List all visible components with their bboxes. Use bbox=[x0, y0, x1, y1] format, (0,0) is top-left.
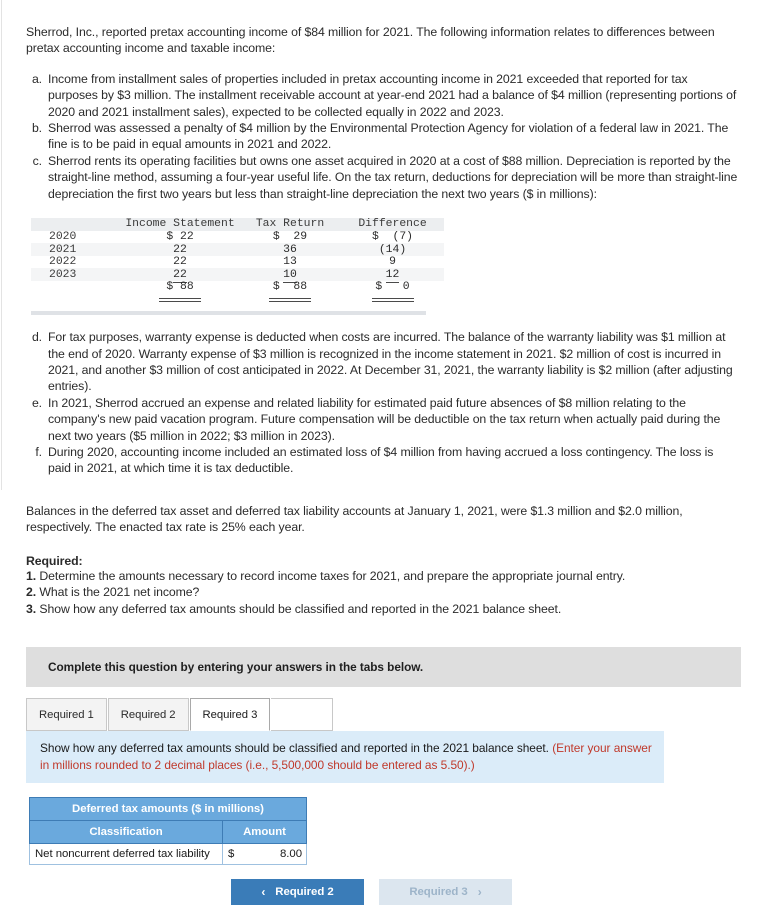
required-line-2: 2. What is the 2021 net income? bbox=[26, 584, 739, 601]
table-row: 2023 22 10 12 bbox=[31, 268, 444, 283]
required-number-1: 1. bbox=[26, 568, 37, 583]
list-item-b: b. Sherrod was assessed a penalty of $4 … bbox=[26, 120, 739, 153]
required-line-1: 1. Determine the amounts necessary to re… bbox=[26, 568, 739, 585]
deferred-tax-answer-table: Deferred tax amounts ($ in millions) Cla… bbox=[29, 797, 307, 866]
list-marker-b: b. bbox=[31, 121, 42, 136]
required-number-3: 3. bbox=[26, 601, 37, 616]
rule-blank bbox=[31, 294, 121, 307]
cell-tax-return: 36 bbox=[239, 243, 341, 256]
answer-title-row: Deferred tax amounts ($ in millions) bbox=[29, 797, 307, 822]
table-row: 2020 $ 22 $ 29 $ (7) bbox=[31, 231, 444, 244]
header-blank bbox=[31, 218, 121, 231]
list-text-d: For tax purposes, warranty expense is de… bbox=[48, 330, 733, 394]
cell-tax-return: 13 bbox=[283, 256, 297, 269]
cell-income-statement: 22 bbox=[121, 243, 239, 256]
instruction-text: Show how any deferred tax amounts should… bbox=[40, 741, 549, 756]
chevron-right-icon: › bbox=[477, 885, 482, 900]
answer-widget: Complete this question by entering your … bbox=[26, 647, 741, 905]
table-double-rule-row bbox=[31, 294, 444, 307]
header-income-statement: Income Statement bbox=[121, 218, 239, 231]
cell-year: 2023 bbox=[31, 268, 121, 282]
tab-bar: Required 1 Required 2 Required 3 bbox=[26, 698, 739, 732]
answer-header-classification: Classification bbox=[29, 820, 223, 845]
answer-header-amount: Amount bbox=[222, 820, 307, 845]
balances-paragraph: Balances in the deferred tax asset and d… bbox=[26, 503, 683, 535]
previous-required-2-button[interactable]: ‹ Required 2 bbox=[231, 879, 364, 905]
required-line-3: 3. Show how any deferred tax amounts sho… bbox=[26, 601, 739, 618]
previous-button-label: Required 2 bbox=[275, 886, 334, 899]
list-marker-e: e. bbox=[31, 395, 42, 410]
list-item-c: c. Sherrod rents its operating facilitie… bbox=[26, 153, 739, 202]
list-item-f: f. During 2020, accounting income includ… bbox=[26, 444, 739, 477]
cell-difference: (14) bbox=[341, 243, 444, 256]
tab-required-2[interactable]: Required 2 bbox=[107, 698, 189, 732]
list-text-e: In 2021, Sherrod accrued an expense and … bbox=[48, 395, 721, 443]
instruction-banner: Show how any deferred tax amounts should… bbox=[26, 731, 664, 784]
cell-difference: 12 bbox=[341, 268, 444, 283]
next-button-label: Required 3 bbox=[409, 886, 468, 899]
total-difference: $ 0 bbox=[375, 281, 410, 294]
answer-table-title: Deferred tax amounts ($ in millions) bbox=[29, 797, 307, 822]
required-number-2: 2. bbox=[26, 585, 37, 600]
total-blank bbox=[31, 281, 121, 294]
header-difference: Difference bbox=[341, 218, 444, 231]
total-tax-return: $ 88 bbox=[272, 281, 308, 294]
list-text-a: Income from installment sales of propert… bbox=[48, 71, 737, 119]
difference-list-lower: d. For tax purposes, warranty expense is… bbox=[26, 329, 739, 477]
double-rule-tax bbox=[239, 294, 341, 307]
cell-tax-return: $ 29 bbox=[272, 230, 308, 243]
complete-question-bar: Complete this question by entering your … bbox=[26, 647, 741, 688]
required-heading: Required: bbox=[26, 553, 83, 568]
cell-difference: 9 bbox=[389, 256, 396, 269]
table-row: 2021 22 36 (14) bbox=[31, 243, 444, 256]
depreciation-table-wrapper: Income Statement Tax Return Difference 2… bbox=[31, 218, 444, 316]
question-intro: Sherrod, Inc., reported pretax accountin… bbox=[26, 25, 715, 56]
amount-input[interactable]: $ 8.00 bbox=[222, 843, 307, 866]
list-marker-f: f. bbox=[35, 445, 42, 460]
cell-income-statement: $ 22 bbox=[166, 230, 194, 243]
cell-income-statement: 22 bbox=[173, 256, 187, 269]
navigation-buttons: ‹ Required 2 Required 3 › bbox=[231, 879, 739, 905]
total-income-statement: $ 88 bbox=[166, 281, 194, 294]
table-bottom-rule bbox=[31, 311, 426, 316]
table-row: 2022 22 13 9 bbox=[31, 256, 444, 269]
required-text-2: What is the 2021 net income? bbox=[39, 585, 200, 600]
cell-year: 2022 bbox=[49, 256, 77, 269]
chevron-left-icon: ‹ bbox=[261, 885, 266, 900]
required-text-3: Show how any deferred tax amounts should… bbox=[39, 601, 562, 616]
list-text-c: Sherrod rents its operating facilities b… bbox=[48, 153, 738, 201]
list-text-f: During 2020, accounting income included … bbox=[48, 445, 714, 476]
currency-symbol: $ bbox=[228, 848, 235, 861]
double-rule-difference bbox=[341, 294, 444, 307]
table-header-row: Income Statement Tax Return Difference bbox=[31, 218, 444, 231]
list-marker-d: d. bbox=[31, 330, 42, 345]
list-marker-c: c. bbox=[32, 153, 42, 168]
classification-input[interactable]: Net noncurrent deferred tax liability bbox=[29, 843, 223, 866]
depreciation-table: Income Statement Tax Return Difference 2… bbox=[31, 218, 444, 306]
tab-required-3[interactable]: Required 3 bbox=[189, 698, 271, 732]
amount-value: 8.00 bbox=[280, 848, 302, 861]
answer-header-row: Classification Amount bbox=[29, 820, 307, 845]
table-total-row: $ 88 $ 88 $ 0 bbox=[31, 281, 444, 294]
difference-list-upper: a. Income from installment sales of prop… bbox=[26, 71, 739, 202]
list-item-d: d. For tax purposes, warranty expense is… bbox=[26, 329, 739, 395]
cell-income-statement: 22 bbox=[121, 268, 239, 283]
list-text-b: Sherrod was assessed a penalty of $4 mil… bbox=[48, 121, 729, 152]
tab-bar-filler bbox=[271, 698, 334, 732]
list-item-a: a. Income from installment sales of prop… bbox=[26, 71, 739, 120]
required-text-1: Determine the amounts necessary to recor… bbox=[39, 568, 626, 583]
cell-difference: $ (7) bbox=[371, 230, 413, 243]
question-page: Sherrod, Inc., reported pretax accountin… bbox=[0, 0, 761, 905]
cell-year: 2020 bbox=[49, 230, 77, 243]
answer-data-row: Net noncurrent deferred tax liability $ … bbox=[29, 843, 307, 866]
list-marker-a: a. bbox=[31, 71, 42, 86]
list-item-e: e. In 2021, Sherrod accrued an expense a… bbox=[26, 395, 739, 444]
cell-year: 2021 bbox=[31, 243, 121, 256]
cell-tax-return: 10 bbox=[239, 268, 341, 283]
double-rule-income bbox=[121, 294, 239, 307]
header-tax-return: Tax Return bbox=[239, 218, 341, 231]
next-required-3-button[interactable]: Required 3 › bbox=[379, 879, 512, 905]
tab-required-1[interactable]: Required 1 bbox=[26, 698, 107, 732]
